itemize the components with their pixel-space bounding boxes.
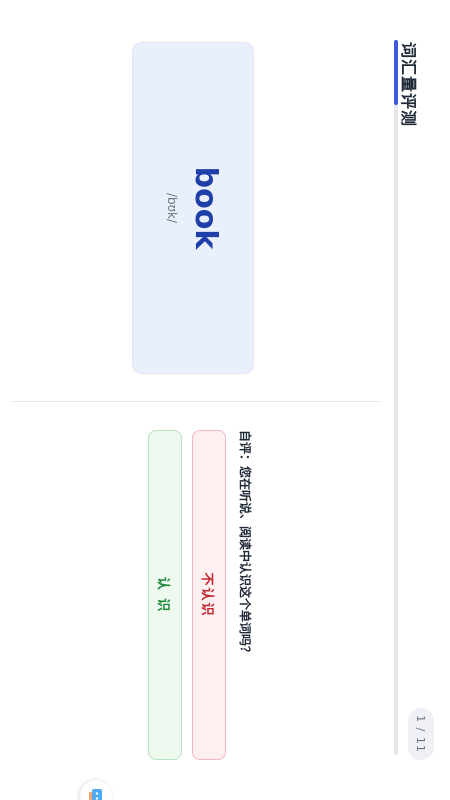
page-title: 词汇量评测 <box>399 42 418 128</box>
word-card: book /bʊk/ <box>132 42 254 374</box>
unknown-button[interactable]: 不认识 <box>192 430 226 760</box>
assistant-fab[interactable] <box>80 780 112 800</box>
self-assessment-prompt: 自评：您在听说、阅读中认识这个单词吗？ <box>238 430 252 659</box>
question-counter: 1 / 11 <box>408 708 434 760</box>
screen: 词汇量评测 1 / 11 book /bʊk/ 自评：您在听说、阅读中认识这个单… <box>0 0 450 800</box>
assistant-icon <box>89 789 102 800</box>
content-divider <box>12 401 380 402</box>
progress-fill <box>394 40 398 105</box>
known-button[interactable]: 认 识 <box>148 430 182 760</box>
phonetic-text: /bʊk/ <box>165 192 179 224</box>
word-text: book <box>188 166 223 250</box>
rotated-frame: 词汇量评测 1 / 11 book /bʊk/ 自评：您在听说、阅读中认识这个单… <box>0 0 450 800</box>
progress-bar <box>394 40 398 755</box>
